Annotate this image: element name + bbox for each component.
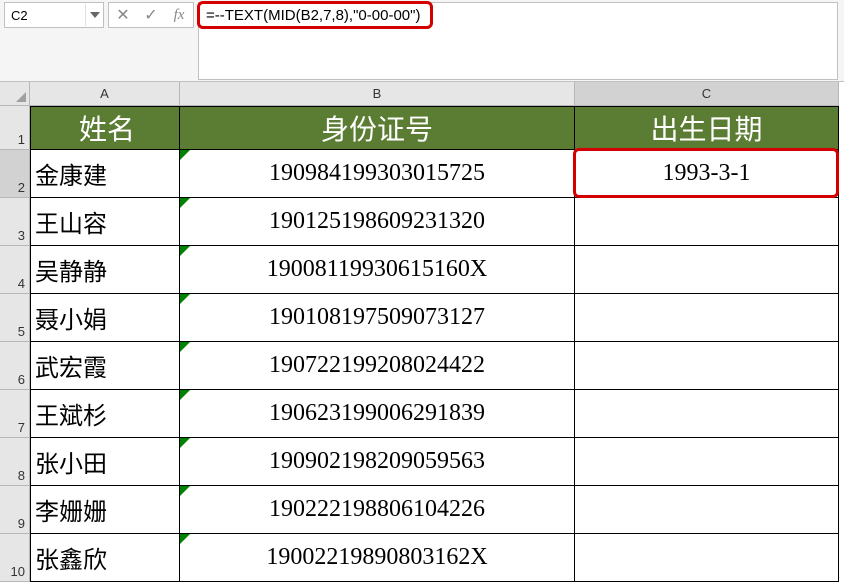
table-row: 2 金康建 190984199303015725 1993-3-1 [0, 150, 844, 198]
column-headers: A B C [30, 82, 844, 106]
row-header-7[interactable]: 7 [0, 390, 30, 438]
cell-a10[interactable]: 张鑫欣 [30, 534, 180, 582]
header-dob-cell[interactable]: 出生日期 [575, 106, 839, 150]
col-header-b[interactable]: B [180, 82, 575, 106]
row-header-1[interactable]: 1 [0, 106, 30, 150]
cell-a4[interactable]: 吴静静 [30, 246, 180, 294]
select-all-corner[interactable] [0, 82, 30, 106]
table-row: 8 张小田 190902198209059563 [0, 438, 844, 486]
cell-b2[interactable]: 190984199303015725 [180, 150, 575, 198]
cell-b5[interactable]: 190108197509073127 [180, 294, 575, 342]
cell-c10[interactable] [575, 534, 839, 582]
cell-a5[interactable]: 聂小娟 [30, 294, 180, 342]
cell-c9[interactable] [575, 486, 839, 534]
cell-c3[interactable] [575, 198, 839, 246]
row-header-10[interactable]: 10 [0, 534, 30, 582]
table-row: 5 聂小娟 190108197509073127 [0, 294, 844, 342]
cell-a8[interactable]: 张小田 [30, 438, 180, 486]
cell-c6[interactable] [575, 342, 839, 390]
name-box[interactable] [5, 4, 85, 26]
cell-b7[interactable]: 190623199006291839 [180, 390, 575, 438]
row-header-8[interactable]: 8 [0, 438, 30, 486]
cell-a2[interactable]: 金康建 [30, 150, 180, 198]
row-header-5[interactable]: 5 [0, 294, 30, 342]
table-row: 6 武宏霞 190722199208024422 [0, 342, 844, 390]
cell-b9[interactable]: 190222198806104226 [180, 486, 575, 534]
cell-c4[interactable] [575, 246, 839, 294]
name-box-wrap [4, 2, 104, 28]
cell-b6[interactable]: 190722199208024422 [180, 342, 575, 390]
table-row: 4 吴静静 19008119930615160X [0, 246, 844, 294]
cell-c2[interactable]: 1993-3-1 [575, 150, 839, 198]
cell-a6[interactable]: 武宏霞 [30, 342, 180, 390]
confirm-formula-button[interactable]: ✓ [137, 3, 165, 27]
row-header-4[interactable]: 4 [0, 246, 30, 294]
cell-b4[interactable]: 19008119930615160X [180, 246, 575, 294]
col-header-c[interactable]: C [575, 82, 839, 106]
table-row: 7 王斌杉 190623199006291839 [0, 390, 844, 438]
table-row: 10 张鑫欣 19002219890803162X [0, 534, 844, 582]
cell-a7[interactable]: 王斌杉 [30, 390, 180, 438]
header-id-cell[interactable]: 身份证号 [180, 106, 575, 150]
cell-b3[interactable]: 190125198609231320 [180, 198, 575, 246]
cell-c8[interactable] [575, 438, 839, 486]
cell-b10[interactable]: 19002219890803162X [180, 534, 575, 582]
cell-a9[interactable]: 李姗姗 [30, 486, 180, 534]
chevron-down-icon [90, 12, 100, 18]
header-name-cell[interactable]: 姓名 [30, 106, 180, 150]
cell-b8[interactable]: 190902198209059563 [180, 438, 575, 486]
cell-c5[interactable] [575, 294, 839, 342]
table-header-row: 1 姓名 身份证号 出生日期 [0, 106, 844, 150]
insert-function-button[interactable]: fx [165, 3, 193, 27]
cell-a3[interactable]: 王山容 [30, 198, 180, 246]
spreadsheet-grid: A B C 1 姓名 身份证号 出生日期 2 金康建 1909841993030… [0, 82, 844, 582]
formula-text-highlight: =--TEXT(MID(B2,7,8),"0-00-00") [197, 1, 433, 29]
cell-c7[interactable] [575, 390, 839, 438]
table-row: 3 王山容 190125198609231320 [0, 198, 844, 246]
table-row: 9 李姗姗 190222198806104226 [0, 486, 844, 534]
row-header-9[interactable]: 9 [0, 486, 30, 534]
cancel-formula-button[interactable]: ✕ [109, 3, 137, 27]
formula-button-group: ✕ ✓ fx [108, 2, 194, 28]
row-header-2[interactable]: 2 [0, 150, 30, 198]
formula-bar: ✕ ✓ fx =--TEXT(MID(B2,7,8),"0-00-00") [0, 0, 844, 82]
name-box-dropdown[interactable] [85, 4, 103, 26]
row-header-3[interactable]: 3 [0, 198, 30, 246]
formula-input-area[interactable]: =--TEXT(MID(B2,7,8),"0-00-00") [198, 2, 838, 80]
row-header-6[interactable]: 6 [0, 342, 30, 390]
col-header-a[interactable]: A [30, 82, 180, 106]
